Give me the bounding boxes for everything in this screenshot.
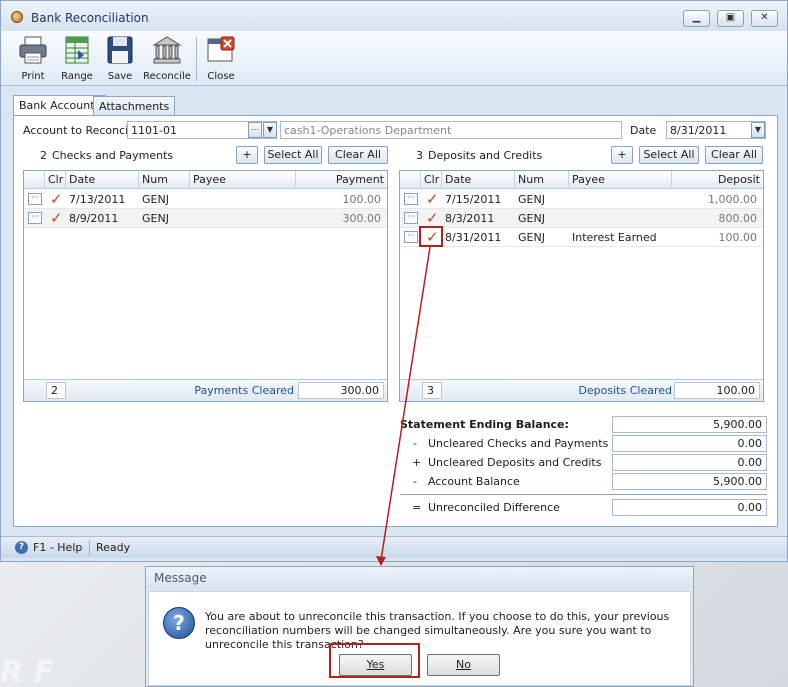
annotation-arrow bbox=[376, 246, 431, 566]
